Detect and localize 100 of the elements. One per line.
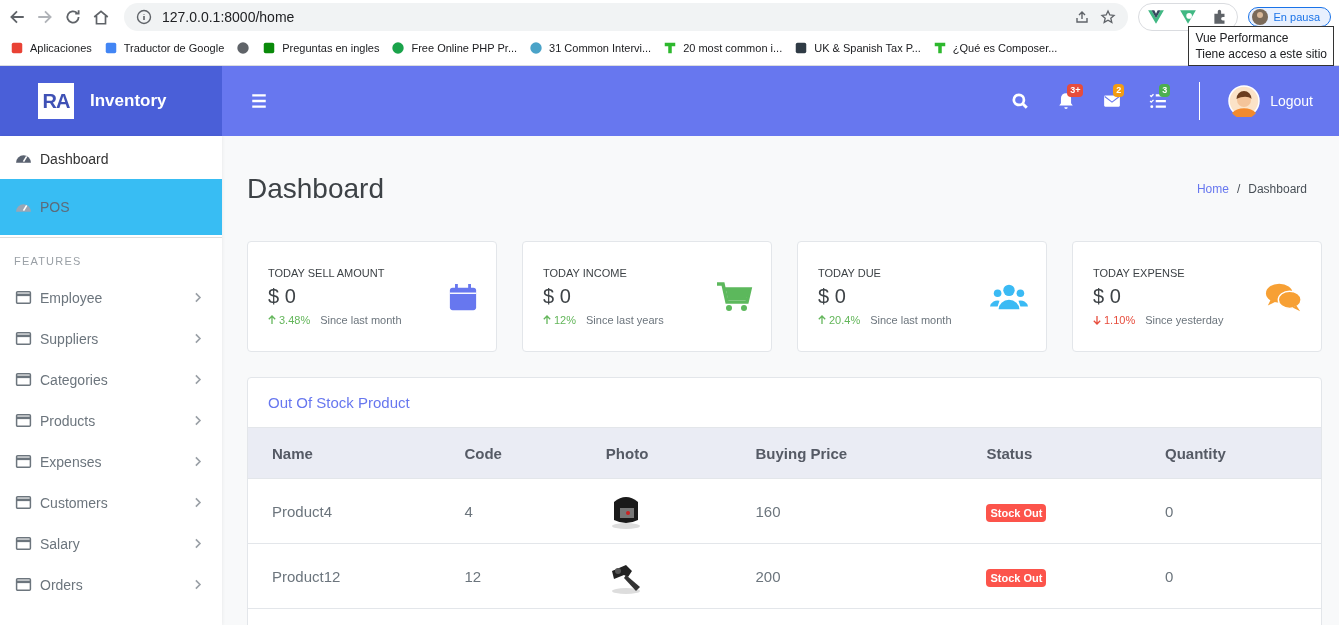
card-title: TODAY INCOME (543, 267, 628, 279)
card-note: Since last month (870, 314, 952, 326)
table-cell: 160 (731, 478, 963, 544)
chevron-right-icon (193, 455, 202, 468)
status-badge: Stock Out (986, 568, 1047, 587)
page-title: Dashboard (247, 172, 384, 205)
bookmark-icon (262, 40, 277, 55)
card-title: TODAY EXPENSE (1093, 267, 1186, 279)
table-cell: 200 (731, 543, 963, 609)
bookmark-icon (236, 40, 251, 55)
sidebar-item[interactable]: Customers (0, 482, 222, 523)
logout-link[interactable]: Logout (1270, 93, 1313, 109)
window-icon (15, 412, 32, 429)
tooltip-text: Tiene acceso a este sitio (1195, 46, 1327, 62)
sidebar-item[interactable]: POS (0, 179, 222, 237)
chevron-right-icon (193, 291, 202, 304)
window-icon (15, 535, 32, 552)
sidebar-item[interactable]: Salary (0, 523, 222, 564)
menu-icon[interactable] (250, 92, 268, 110)
bookmark-icon (794, 40, 809, 55)
search-icon[interactable] (1011, 92, 1030, 110)
avatar-icon (1251, 8, 1268, 25)
column-header: Quantity (1140, 428, 1321, 479)
window-icon (15, 453, 32, 470)
sidebar-item[interactable]: Categories (0, 359, 222, 400)
card-title: TODAY SELL AMOUNT (268, 267, 386, 279)
bell-icon[interactable] (1057, 92, 1076, 110)
bookmark[interactable]: Free Online PHP Pr... (391, 40, 518, 55)
chevron-right-icon (193, 578, 202, 591)
window-icon (15, 371, 32, 388)
bookmark[interactable]: UK & Spanish Tax P... (794, 40, 921, 55)
arrow-up-icon (268, 315, 276, 325)
bookmark-icon (10, 40, 24, 55)
chevron-right-icon (193, 537, 202, 550)
table-cell: 4 (440, 478, 582, 544)
bookmark[interactable]: Traductor de Google (103, 40, 225, 55)
chevron-right-icon (193, 332, 202, 345)
column-header: Photo (581, 428, 732, 479)
cart-icon (715, 280, 753, 313)
table-cell: Product4 (248, 478, 441, 544)
chevron-right-icon (193, 496, 202, 509)
column-header: Code (440, 428, 582, 479)
sidebar-item[interactable]: Products (0, 400, 222, 441)
envelope-icon[interactable] (1103, 92, 1122, 110)
address-text: 127.0.0.1:8000/home (162, 8, 295, 25)
count-badge: 3+ (1067, 84, 1084, 97)
card-value: $ 0 (818, 285, 847, 308)
change-percent: 12% (543, 314, 577, 326)
card-note: Since yesterday (1145, 314, 1224, 326)
column-header: Name (248, 428, 441, 479)
bookmark[interactable] (236, 40, 251, 55)
table-cell: 0 (1140, 543, 1321, 609)
sidebar-item[interactable]: Dashboard (0, 138, 222, 179)
breadcrumb-separator: / (1236, 181, 1241, 196)
sidebar-item[interactable]: Suppliers (0, 318, 222, 359)
chevron-right-icon (193, 373, 202, 386)
arrow-up-icon (543, 315, 551, 325)
table-cell: Product12 (248, 543, 441, 609)
card-value: $ 0 (1093, 285, 1122, 308)
bookmark[interactable]: Preguntas en ingles (262, 40, 380, 55)
sidebar-item[interactable]: Expenses (0, 441, 222, 482)
count-badge: 3 (1159, 84, 1171, 97)
breadcrumb-link[interactable]: Home (1196, 181, 1229, 196)
reload-icon[interactable] (64, 7, 82, 26)
window-icon (15, 576, 32, 593)
table-cell: 12 (440, 543, 582, 609)
change-percent: 20.4% (818, 314, 861, 326)
address-bar[interactable]: 127.0.0.1:8000/home (124, 2, 1128, 31)
window-icon (15, 330, 32, 347)
avatar-icon[interactable] (1228, 85, 1261, 117)
card-title: TODAY DUE (818, 267, 882, 279)
count-badge: 2 (1113, 84, 1125, 97)
bookmark-icon (103, 40, 118, 55)
bookmark[interactable]: ¿Qué es Composer... (932, 40, 1058, 55)
task-list-icon[interactable] (1149, 92, 1168, 110)
window-icon (15, 289, 32, 306)
table-cell: 0 (1140, 478, 1321, 544)
vue-logo-icon[interactable] (1146, 7, 1165, 26)
bookmark[interactable]: 20 most common i... (663, 40, 783, 55)
status-badge: Stock Out (986, 503, 1047, 522)
chevron-right-icon (193, 414, 202, 427)
arrow-up-icon (818, 315, 826, 325)
profile-button[interactable]: En pausa (1247, 6, 1331, 27)
breadcrumb-current: Dashboard (1248, 181, 1307, 196)
bookmark-icon (663, 40, 678, 55)
bookmark[interactable]: Aplicaciones (10, 40, 92, 55)
card-value: $ 0 (268, 285, 297, 308)
sidebar-item[interactable]: Orders (0, 564, 222, 605)
card-note: Since last years (586, 314, 664, 326)
bookmark[interactable]: 31 Common Intervi... (529, 40, 652, 55)
card-value: $ 0 (543, 285, 572, 308)
bookmark-icon (391, 40, 406, 55)
sidebar-item[interactable]: Employee (0, 277, 222, 318)
info-icon (136, 8, 152, 25)
star-icon[interactable] (1099, 8, 1116, 25)
bookmark-icon (932, 40, 947, 55)
change-percent: 3.48% (268, 314, 311, 326)
column-header: Status (962, 428, 1141, 479)
card-note: Since last month (320, 314, 402, 326)
change-percent: 1.10% (1093, 314, 1136, 326)
